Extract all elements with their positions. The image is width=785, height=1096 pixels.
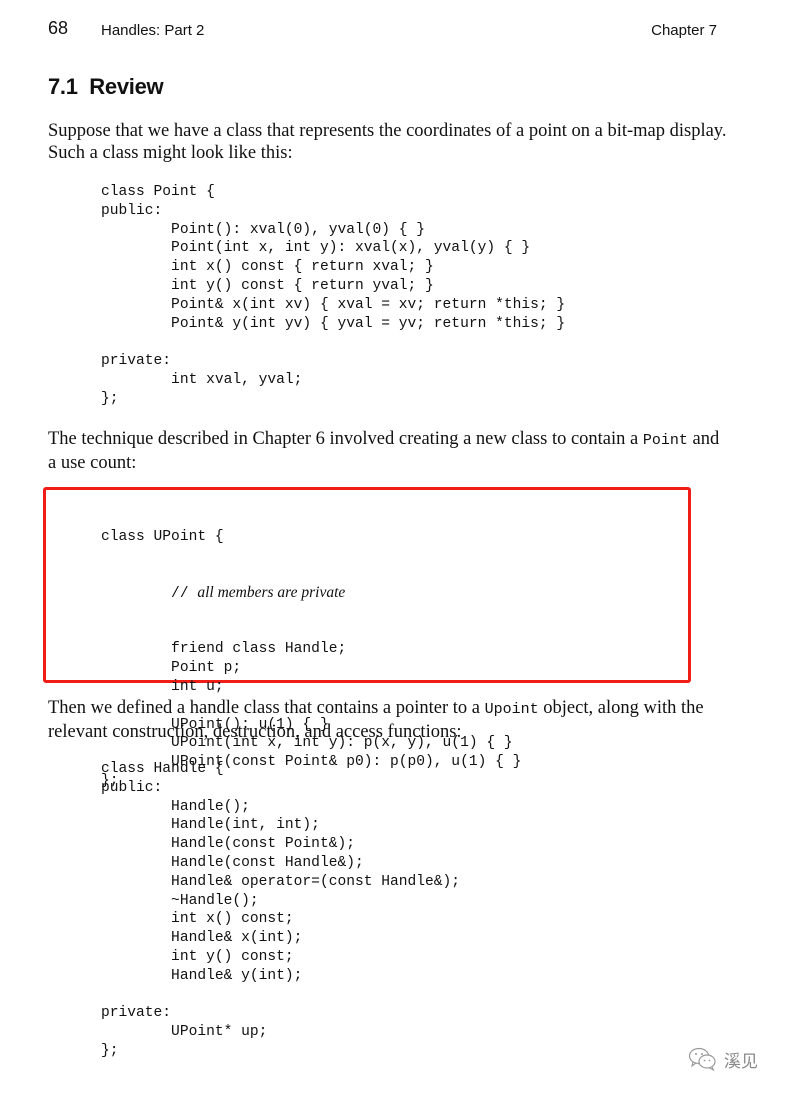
code-line: Point& y(int yv) { yval = yv; return *th… [101, 315, 566, 332]
code-comment: all members are private [197, 583, 346, 601]
code-line: int y() const; [101, 948, 294, 965]
paragraph-handle: Then we defined a handle class that cont… [48, 697, 728, 743]
code-line: public: [101, 202, 163, 219]
code-line-comment: // all members are private [101, 584, 521, 603]
code-line: Point(int x, int y): xval(x), yval(y) { … [101, 240, 531, 257]
wechat-icon [688, 1047, 716, 1071]
paragraph-intro: Suppose that we have a class that repres… [48, 121, 727, 163]
code-line: int u; [101, 678, 224, 695]
watermark-text: 溪见 [724, 1051, 758, 1072]
code-line: Handle(int, int); [101, 817, 320, 834]
watermark: 溪见 [688, 1046, 758, 1072]
inline-code-upoint: Upoint [484, 701, 539, 718]
paragraph-technique: The technique described in Chapter 6 inv… [48, 428, 728, 474]
code-block-handle: class Handle { public: Handle(); Handle(i… [101, 760, 460, 1061]
code-line: friend class Handle; [101, 641, 347, 658]
code-line: Handle& x(int); [101, 930, 303, 947]
code-line: ~Handle(); [101, 892, 259, 909]
paragraph-text: Then we defined a handle class that cont… [48, 698, 485, 718]
code-block-point: class Point { public: Point(): xval(0), y… [101, 183, 565, 409]
code-line: private: [101, 1005, 172, 1022]
code-line: Handle& y(int); [101, 967, 303, 984]
section-heading: 7.1 Review [48, 74, 164, 99]
code-line: }; [101, 1042, 119, 1059]
code-line: }; [101, 390, 119, 407]
inline-code-point: Point [642, 432, 688, 449]
paragraph-text: The technique described in Chapter 6 inv… [48, 429, 643, 449]
running-head: 68 Handles: Part 2 Chapter 7 [48, 18, 717, 44]
code-line: class Handle { [101, 761, 224, 777]
code-line: int xval, yval; [101, 371, 303, 388]
code-line: class UPoint { [101, 528, 224, 545]
code-line: Point& x(int xv) { xval = xv; return *th… [101, 296, 566, 313]
code-line: UPoint* up; [101, 1024, 268, 1041]
code-line: Handle(const Handle&); [101, 854, 364, 871]
code-line: Handle(); [101, 798, 250, 815]
code-line: int y() const { return yval; } [101, 277, 434, 294]
code-line: Handle(const Point&); [101, 836, 355, 853]
code-line: class Point { [101, 184, 215, 200]
comment-marker: // [101, 585, 198, 602]
running-title: Handles: Part 2 [101, 22, 205, 39]
code-line: int x() const; [101, 911, 294, 928]
code-line: Point(): xval(0), yval(0) { } [101, 221, 426, 238]
code-line: public: [101, 779, 163, 796]
code-line: Point p; [101, 660, 242, 677]
code-line: private: [101, 353, 172, 370]
chapter-label: Chapter 7 [651, 22, 717, 39]
page-number: 68 [48, 18, 69, 38]
code-line: int x() const { return xval; } [101, 259, 434, 276]
code-line: Handle& operator=(const Handle&); [101, 873, 461, 890]
